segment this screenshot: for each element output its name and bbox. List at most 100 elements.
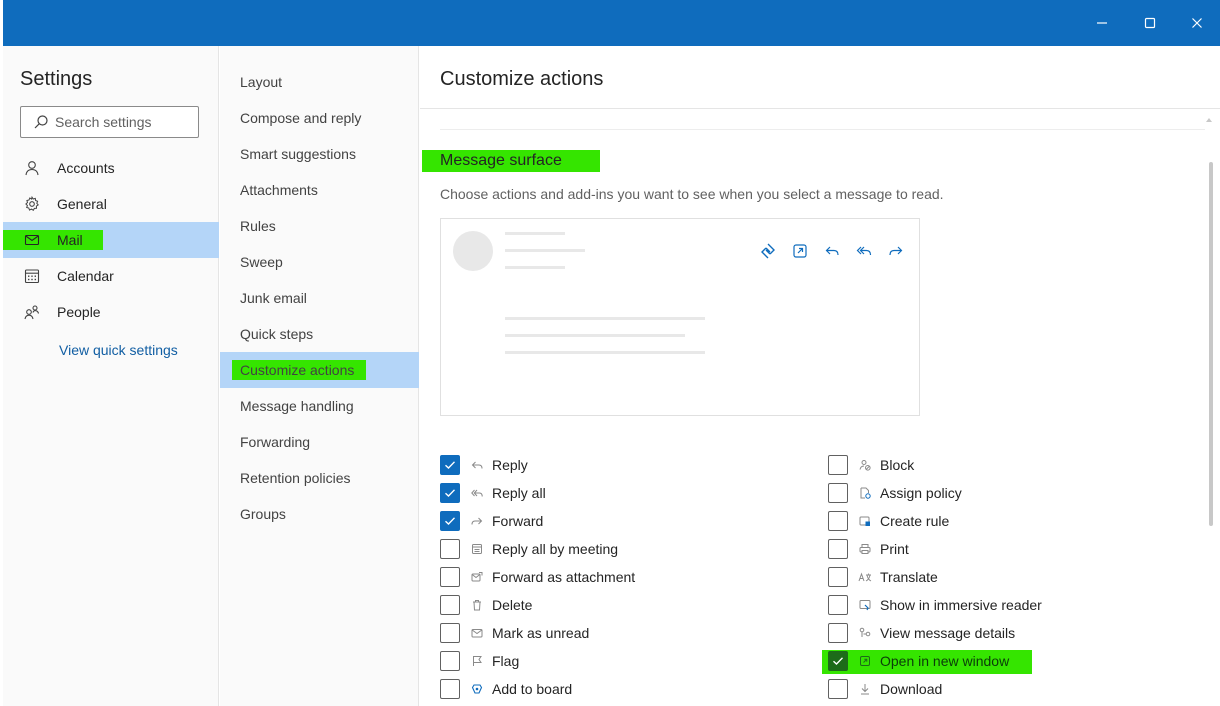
option-mark-as-unread[interactable]: Mark as unread xyxy=(440,621,589,645)
mail-settings-item-label: Groups xyxy=(240,506,286,522)
checkbox-checked[interactable] xyxy=(440,455,460,475)
checkbox-checked[interactable] xyxy=(440,483,460,503)
option-label: Block xyxy=(880,457,915,473)
block-icon xyxy=(858,458,872,472)
placeholder-line xyxy=(505,317,705,320)
checkbox[interactable] xyxy=(828,511,848,531)
mail-settings-item-compose-and-reply[interactable]: Compose and reply xyxy=(220,100,419,136)
option-label: Show in immersive reader xyxy=(880,597,1042,613)
nav-item-mail[interactable]: Mail xyxy=(3,222,219,258)
mail-settings-item-customize-actions[interactable]: Customize actions xyxy=(220,352,419,388)
scrollbar-thumb[interactable] xyxy=(1209,162,1213,526)
close-button[interactable] xyxy=(1174,0,1220,46)
option-reply-all-by-meeting[interactable]: Reply all by meeting xyxy=(440,537,618,561)
mail-settings-item-quick-steps[interactable]: Quick steps xyxy=(220,316,419,352)
checkbox[interactable] xyxy=(440,539,460,559)
minimize-button[interactable] xyxy=(1079,0,1125,46)
checkbox[interactable] xyxy=(440,623,460,643)
close-icon xyxy=(1192,18,1202,28)
nav-item-label: Mail xyxy=(57,232,83,248)
reply-icon xyxy=(470,458,484,472)
checkbox[interactable] xyxy=(828,623,848,643)
envelope-icon xyxy=(470,626,484,640)
message-surface-preview xyxy=(440,218,920,416)
nav-item-calendar[interactable]: Calendar xyxy=(3,258,219,294)
section-description: Choose actions and add-ins you want to s… xyxy=(440,186,944,202)
option-reply[interactable]: Reply xyxy=(440,453,528,477)
customize-actions-pane: Customize actions Message surface Choose… xyxy=(420,46,1220,706)
option-download[interactable]: Download xyxy=(828,677,942,701)
checkbox[interactable] xyxy=(440,651,460,671)
forward-icon xyxy=(470,514,484,528)
placeholder-line xyxy=(505,266,565,269)
mail-settings-item-smart-suggestions[interactable]: Smart suggestions xyxy=(220,136,419,172)
mail-settings-item-forwarding[interactable]: Forwarding xyxy=(220,424,419,460)
print-icon xyxy=(858,542,872,556)
checkbox[interactable] xyxy=(828,483,848,503)
person-icon xyxy=(23,159,41,177)
people-icon xyxy=(23,303,41,321)
checkbox[interactable] xyxy=(440,567,460,587)
search-icon xyxy=(34,115,48,129)
mail-settings-item-groups[interactable]: Groups xyxy=(220,496,419,532)
reply-icon[interactable] xyxy=(821,241,843,261)
option-translate[interactable]: Translate xyxy=(828,565,938,589)
option-forward[interactable]: Forward xyxy=(440,509,543,533)
checkbox[interactable] xyxy=(440,595,460,615)
option-open-in-new-window[interactable]: Open in new window xyxy=(828,649,1009,673)
forward-icon[interactable] xyxy=(885,241,907,261)
checkbox[interactable] xyxy=(828,595,848,615)
nav-item-accounts[interactable]: Accounts xyxy=(3,150,219,186)
maximize-button[interactable] xyxy=(1127,0,1173,46)
mail-settings-item-label: Junk email xyxy=(240,290,307,306)
mail-settings-item-rules[interactable]: Rules xyxy=(220,208,419,244)
option-delete[interactable]: Delete xyxy=(440,593,532,617)
option-view-message-details[interactable]: View message details xyxy=(828,621,1015,645)
loop-icon[interactable] xyxy=(757,241,779,261)
maximize-icon xyxy=(1144,17,1156,29)
nav-item-people[interactable]: People xyxy=(3,294,219,330)
reply-all-icon xyxy=(470,486,484,500)
option-label: Delete xyxy=(492,597,533,613)
mail-settings-item-layout[interactable]: Layout xyxy=(220,64,419,100)
view-quick-settings-link[interactable]: View quick settings xyxy=(59,342,178,358)
scroll-up-arrow[interactable] xyxy=(1204,112,1214,122)
highlight-marker xyxy=(3,230,103,250)
open-window-icon[interactable] xyxy=(789,241,811,261)
option-print[interactable]: Print xyxy=(828,537,909,561)
reply-all-icon[interactable] xyxy=(853,241,875,261)
option-forward-as-attachment[interactable]: Forward as attachment xyxy=(440,565,635,589)
avatar-placeholder xyxy=(453,231,493,271)
mail-settings-item-label: Customize actions xyxy=(240,362,355,378)
checkbox[interactable] xyxy=(828,567,848,587)
mail-settings-item-junk-email[interactable]: Junk email xyxy=(220,280,419,316)
checkbox-checked[interactable] xyxy=(828,651,848,671)
option-label: Open in new window xyxy=(880,653,1010,669)
mail-settings-item-message-handling[interactable]: Message handling xyxy=(220,388,419,424)
option-block[interactable]: Block xyxy=(828,453,914,477)
option-assign-policy[interactable]: Assign policy xyxy=(828,481,962,505)
translate-icon xyxy=(858,570,872,584)
option-flag[interactable]: Flag xyxy=(440,649,519,673)
mail-settings-item-label: Forwarding xyxy=(240,434,311,450)
mail-settings-item-retention-policies[interactable]: Retention policies xyxy=(220,460,419,496)
checkbox-checked[interactable] xyxy=(440,511,460,531)
checkbox[interactable] xyxy=(828,455,848,475)
search-settings-input[interactable]: Search settings xyxy=(20,106,199,138)
settings-title: Settings xyxy=(20,68,93,90)
checkbox[interactable] xyxy=(828,539,848,559)
placeholder-line xyxy=(505,351,705,354)
board-icon xyxy=(470,682,484,696)
option-add-to-board[interactable]: Add to board xyxy=(440,677,572,701)
checkbox[interactable] xyxy=(440,679,460,699)
mail-settings-item-sweep[interactable]: Sweep xyxy=(220,244,419,280)
option-create-rule[interactable]: Create rule xyxy=(828,509,949,533)
checkbox[interactable] xyxy=(828,679,848,699)
mail-settings-item-attachments[interactable]: Attachments xyxy=(220,172,419,208)
option-label: Reply all xyxy=(492,485,546,501)
option-show-in-immersive-reader[interactable]: Show in immersive reader xyxy=(828,593,1042,617)
nav-item-general[interactable]: General xyxy=(3,186,219,222)
caret-up-icon xyxy=(1206,118,1212,122)
option-reply-all[interactable]: Reply all xyxy=(440,481,546,505)
option-label: Forward as attachment xyxy=(492,569,636,585)
